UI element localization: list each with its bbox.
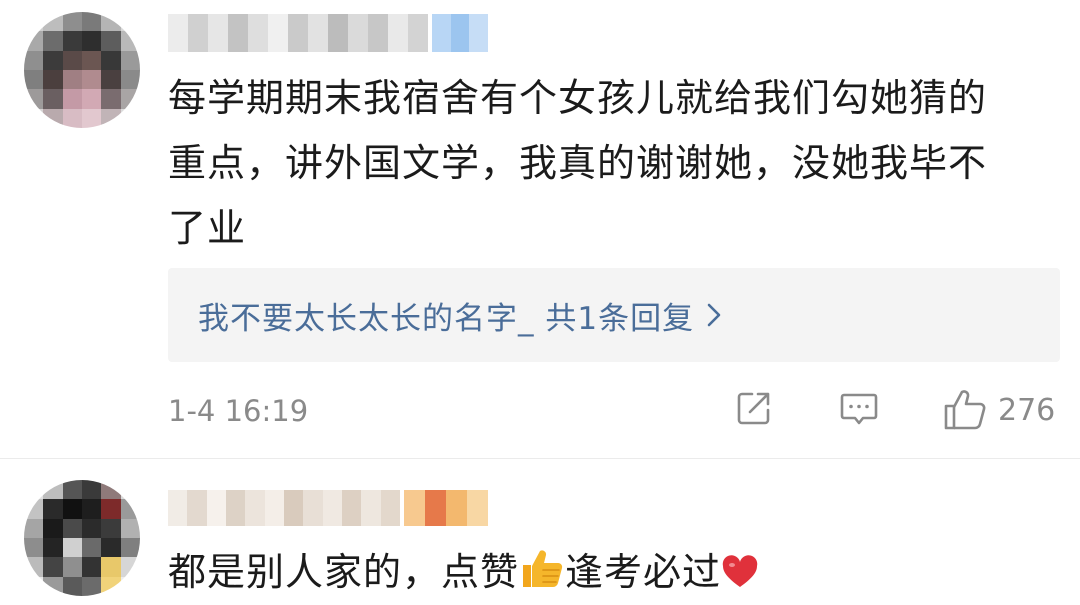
reply-count-link[interactable]: 我不要太长太长的名字_ 共1条回复 xyxy=(198,293,694,338)
avatar[interactable] xyxy=(24,480,140,596)
username-blurred[interactable] xyxy=(168,490,400,526)
avatar[interactable] xyxy=(24,12,140,128)
member-badge-blurred xyxy=(432,14,488,52)
member-badge-blurred xyxy=(404,490,488,526)
username-blurred[interactable] xyxy=(168,14,428,52)
like-count: 276 xyxy=(998,392,1056,428)
comment-text: 每学期期末我宿舍有个女孩儿就给我们勾她猜的 重点，讲外国文学，我真的谢谢她，没她… xyxy=(168,76,988,250)
chevron-right-icon xyxy=(706,302,722,328)
thumbs-up-emoji xyxy=(519,547,565,589)
thumbs-up-icon xyxy=(942,388,988,432)
comment-timestamp: 1-4 16:19 xyxy=(168,394,309,428)
share-button[interactable] xyxy=(734,388,774,428)
comment-button[interactable] xyxy=(838,388,880,430)
comment-icon xyxy=(838,388,880,430)
like-button[interactable]: 276 xyxy=(942,388,1055,432)
reply-preview[interactable]: 我不要太长太长的名字_ 共1条回复 xyxy=(168,268,1060,362)
heart-emoji xyxy=(721,555,759,589)
share-icon xyxy=(734,388,774,428)
comment-text: 都是别人家的，点赞 逢考必过 xyxy=(168,540,1068,605)
comment-divider xyxy=(0,458,1080,459)
